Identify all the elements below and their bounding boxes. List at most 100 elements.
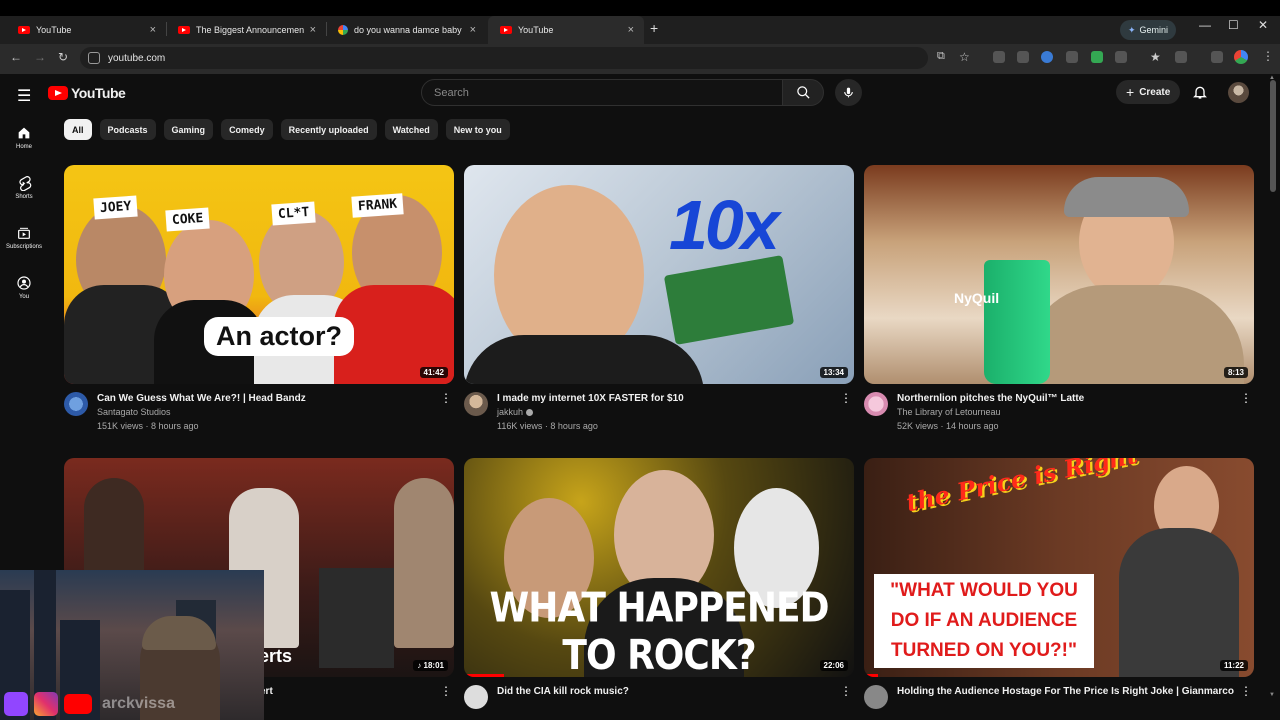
search-input[interactable] bbox=[422, 80, 782, 105]
video-title[interactable]: ert bbox=[260, 685, 454, 698]
channel-avatar[interactable] bbox=[464, 392, 488, 416]
thumbnail-nametag: FRANK bbox=[351, 193, 404, 218]
extension-green-icon[interactable] bbox=[1091, 51, 1103, 63]
search-button[interactable] bbox=[782, 79, 824, 106]
channel-name[interactable]: The Library of Letourneau bbox=[897, 405, 1254, 419]
search-box[interactable] bbox=[421, 79, 783, 106]
chip-watched[interactable]: Watched bbox=[384, 119, 438, 140]
watch-progress-bar bbox=[864, 674, 878, 677]
notifications-bell-icon[interactable] bbox=[1192, 84, 1208, 100]
video-card[interactable]: JOEY COKE CL*T FRANK An actor? 41:42 Can… bbox=[64, 165, 454, 433]
thumbnail-person bbox=[1119, 528, 1239, 677]
reading-list-icon[interactable] bbox=[1175, 51, 1187, 63]
forward-arrow-icon[interactable]: → bbox=[34, 50, 46, 64]
video-card[interactable]: WHAT HAPPENED TO ROCK? 22:06 Did the CIA… bbox=[464, 458, 854, 709]
page-scrollbar[interactable] bbox=[1270, 80, 1276, 192]
chip-recently-uploaded[interactable]: Recently uploaded bbox=[280, 119, 377, 140]
extension-icon[interactable] bbox=[1066, 51, 1078, 63]
close-tab-icon[interactable]: × bbox=[470, 24, 476, 36]
thumbnail-text: 10x bbox=[669, 186, 780, 264]
video-more-options-icon[interactable]: ⋮ bbox=[840, 392, 852, 404]
video-more-options-icon[interactable]: ⋮ bbox=[1240, 392, 1252, 404]
channel-avatar[interactable] bbox=[864, 685, 888, 709]
video-title[interactable]: Holding the Audience Hostage For The Pri… bbox=[897, 685, 1254, 698]
thumbnail-person bbox=[394, 478, 454, 648]
channel-name[interactable]: Santagato Studios bbox=[97, 405, 454, 419]
video-card[interactable]: NyQuil 8:13 Northernlion pitches the NyQ… bbox=[864, 165, 1254, 433]
extension-blue-icon[interactable] bbox=[1041, 51, 1053, 63]
guide-menu-icon[interactable]: ☰ bbox=[17, 86, 31, 106]
install-app-icon[interactable]: ⧉ bbox=[937, 50, 945, 63]
video-thumbnail[interactable]: WHAT HAPPENED TO ROCK? 22:06 bbox=[464, 458, 854, 677]
video-thumbnail[interactable]: the Price is Right "WHAT WOULD YOU DO IF… bbox=[864, 458, 1254, 677]
close-window-icon[interactable]: ✕ bbox=[1258, 18, 1268, 32]
extension-power-icon[interactable] bbox=[1017, 51, 1029, 63]
video-more-options-icon[interactable]: ⋮ bbox=[440, 685, 452, 697]
microphone-icon bbox=[844, 87, 853, 98]
chip-podcasts[interactable]: Podcasts bbox=[99, 119, 156, 140]
video-card[interactable]: 10x 13:34 I made my internet 10X FASTER … bbox=[464, 165, 854, 433]
video-title[interactable]: Can We Guess What We Are?! | Head Bandz bbox=[97, 392, 454, 405]
chip-gaming[interactable]: Gaming bbox=[163, 119, 214, 140]
video-more-options-icon[interactable]: ⋮ bbox=[1240, 685, 1252, 697]
reload-icon[interactable]: ↻ bbox=[58, 50, 68, 64]
maximize-window-icon[interactable]: ☐ bbox=[1228, 18, 1239, 32]
chip-comedy[interactable]: Comedy bbox=[221, 119, 273, 140]
video-thumbnail[interactable]: NyQuil 8:13 bbox=[864, 165, 1254, 384]
channel-avatar[interactable] bbox=[864, 392, 888, 416]
channel-avatar[interactable] bbox=[464, 685, 488, 709]
extension-icon[interactable] bbox=[993, 51, 1005, 63]
sidebar-item-you[interactable]: You bbox=[0, 275, 48, 300]
browser-tab-google-search[interactable]: do you wanna damce baby × bbox=[326, 16, 486, 44]
video-title[interactable]: Northernlion pitches the NyQuil™ Latte bbox=[897, 392, 1254, 405]
chip-all[interactable]: All bbox=[64, 119, 92, 140]
extensions-puzzle-icon[interactable] bbox=[1115, 51, 1127, 63]
account-avatar[interactable] bbox=[1228, 82, 1249, 103]
browser-tab-youtube-1[interactable]: YouTube × bbox=[6, 16, 166, 44]
back-arrow-icon[interactable]: ← bbox=[10, 50, 22, 64]
video-stats: 52K views · 14 hours ago bbox=[897, 421, 999, 431]
address-bar[interactable]: youtube.com bbox=[80, 47, 928, 69]
site-info-icon[interactable] bbox=[88, 52, 100, 64]
sidebar-item-home[interactable]: Home bbox=[0, 125, 48, 150]
channel-avatar[interactable] bbox=[64, 392, 88, 416]
bookmarks-star-icon[interactable]: ★ bbox=[1150, 50, 1161, 64]
home-icon bbox=[18, 127, 30, 139]
video-more-options-icon[interactable]: ⋮ bbox=[440, 392, 452, 404]
media-control-icon[interactable] bbox=[1211, 51, 1223, 63]
sidebar-item-label: Subscriptions bbox=[5, 244, 43, 250]
minimize-window-icon[interactable]: — bbox=[1199, 18, 1211, 32]
browser-tab-youtube-active[interactable]: YouTube × bbox=[488, 16, 644, 44]
gemini-button[interactable]: ✦ Gemini bbox=[1120, 20, 1177, 40]
browser-profile-icon[interactable] bbox=[1234, 50, 1248, 64]
bookmark-star-icon[interactable]: ☆ bbox=[959, 50, 970, 64]
video-title[interactable]: I made my internet 10X FASTER for $10 bbox=[497, 392, 854, 405]
new-tab-button[interactable]: + bbox=[650, 20, 658, 36]
create-button[interactable]: + Create bbox=[1116, 80, 1181, 104]
video-card[interactable]: the Price is Right "WHAT WOULD YOU DO IF… bbox=[864, 458, 1254, 709]
channel-name[interactable]: jakkuh bbox=[497, 407, 523, 417]
thumbnail-network-card bbox=[663, 255, 795, 345]
scroll-down-arrow-icon[interactable]: ▼ bbox=[1269, 692, 1275, 698]
sidebar-item-subscriptions[interactable]: Subscriptions bbox=[0, 225, 48, 250]
video-more-options-icon[interactable]: ⋮ bbox=[840, 685, 852, 697]
sidebar-item-shorts[interactable]: Shorts bbox=[0, 175, 48, 200]
voice-search-button[interactable] bbox=[835, 79, 862, 106]
streamer-handle: arckvissa bbox=[102, 695, 175, 712]
video-thumbnail[interactable]: JOEY COKE CL*T FRANK An actor? 41:42 bbox=[64, 165, 454, 384]
close-tab-icon[interactable]: × bbox=[310, 24, 316, 36]
sidebar-item-label: Home bbox=[15, 144, 32, 150]
close-tab-icon[interactable]: × bbox=[628, 24, 634, 36]
verified-badge-icon bbox=[526, 409, 534, 417]
video-title[interactable]: Did the CIA kill rock music? bbox=[497, 685, 854, 698]
youtube-play-logo-icon bbox=[48, 86, 68, 100]
close-tab-icon[interactable]: × bbox=[150, 24, 156, 36]
youtube-logo[interactable]: YouTube bbox=[48, 85, 126, 101]
thumbnail-person bbox=[464, 335, 704, 384]
video-thumbnail[interactable]: 10x 13:34 bbox=[464, 165, 854, 384]
browser-tab-announcement[interactable]: The Biggest Announcement of × bbox=[166, 16, 326, 44]
chip-new-to-you[interactable]: New to you bbox=[445, 119, 510, 140]
browser-menu-icon[interactable]: ⋮ bbox=[1262, 49, 1274, 63]
video-duration: 11:22 bbox=[1219, 660, 1248, 671]
gemini-label: Gemini bbox=[1139, 25, 1169, 35]
